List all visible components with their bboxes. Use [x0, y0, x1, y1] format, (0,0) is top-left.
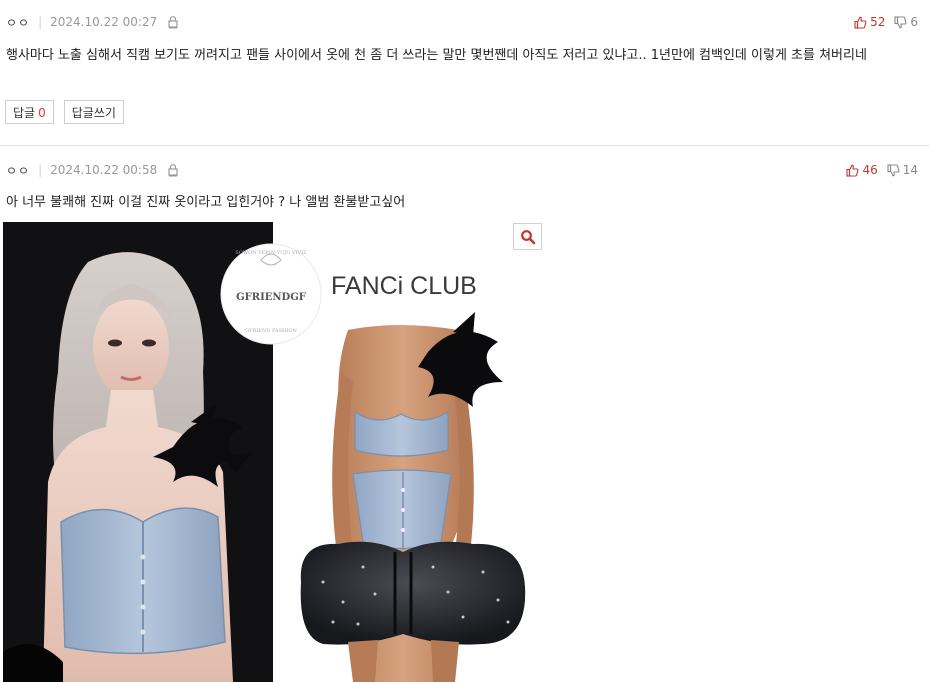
- photo-illustration: GFRIENDGF SOWON·YERIN·YUJU·VIVIZ GFRIEND…: [3, 222, 529, 682]
- comment-author[interactable]: ㅇㅇ: [6, 14, 30, 31]
- comment-meta: ㅇㅇ | 2024.10.22 00:27: [6, 14, 180, 30]
- comment-author[interactable]: ㅇㅇ: [6, 162, 30, 179]
- comment-actions: 답글 0 답글쓰기: [5, 100, 124, 124]
- dislike-count: 6: [910, 15, 918, 29]
- dislike-button[interactable]: 6: [894, 15, 918, 29]
- thumb-down-icon: [887, 163, 900, 176]
- comment-date: 2024.10.22 00:27: [50, 15, 158, 29]
- dress-skirt: [300, 541, 526, 645]
- write-reply-button[interactable]: 답글쓰기: [63, 100, 124, 124]
- vote-area: 52 6: [854, 14, 918, 30]
- lock-icon: [168, 16, 178, 29]
- thumb-up-icon: [854, 16, 867, 29]
- reply-count: 0: [38, 106, 46, 120]
- reply-label: 답글: [13, 106, 36, 120]
- meta-separator: |: [38, 15, 43, 29]
- dislike-count: 14: [902, 163, 918, 177]
- face-shape: [93, 297, 169, 397]
- dislike-button[interactable]: 14: [887, 163, 918, 177]
- comment-text: 행사마다 노출 심해서 직캠 보기도 꺼려지고 팬들 사이에서 옷에 천 좀 더…: [6, 48, 867, 63]
- reply-button[interactable]: 답글 0: [5, 100, 54, 124]
- like-button[interactable]: 52: [854, 15, 885, 29]
- logo-name: GFRIENDGF: [236, 292, 306, 303]
- like-count: 52: [870, 15, 886, 29]
- vote-area: 46 14: [846, 162, 918, 178]
- logo-top-text: SOWON·YERIN·YUJU·VIVIZ: [235, 250, 307, 256]
- comment-meta: ㅇㅇ | 2024.10.22 00:58: [6, 162, 180, 178]
- meta-separator: |: [38, 163, 43, 177]
- dress-top: [354, 410, 449, 457]
- like-count: 46: [862, 163, 878, 177]
- comment-text: 아 너무 불쾌해 진짜 이걸 진짜 옷이라고 입힌거야 ? 나 앨범 환불받고싶…: [6, 195, 406, 210]
- comment-date: 2024.10.22 00:58: [50, 163, 158, 177]
- search-icon: [520, 229, 535, 244]
- brand-text: FANCi CLUB: [331, 272, 477, 300]
- comment-1: ㅇㅇ | 2024.10.22 00:27 52 6 행사마다 노출 심해서 직…: [0, 0, 929, 146]
- logo-bottom-text: GFRIEND FASHION: [245, 328, 297, 334]
- zoom-button[interactable]: [513, 223, 542, 250]
- thumb-down-icon: [894, 15, 907, 28]
- lock-icon: [168, 164, 178, 177]
- comment-image[interactable]: GFRIENDGF SOWON·YERIN·YUJU·VIVIZ GFRIEND…: [3, 222, 529, 682]
- thumb-up-icon: [846, 164, 859, 177]
- like-button[interactable]: 46: [846, 163, 878, 177]
